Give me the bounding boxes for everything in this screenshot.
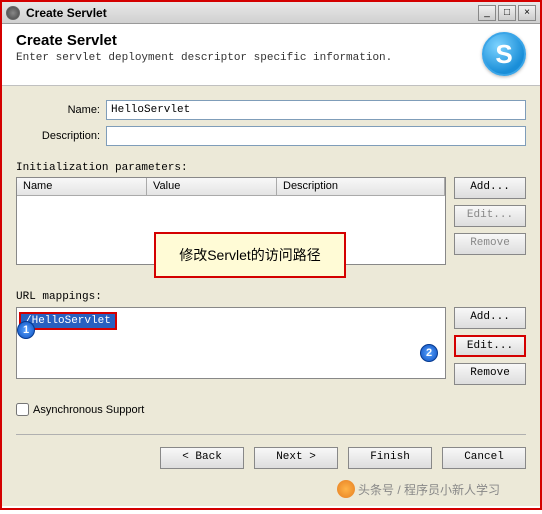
init-params-edit-button[interactable]: Edit... bbox=[454, 205, 526, 227]
watermark: 头条号 / 程序员小新人学习 bbox=[337, 480, 500, 498]
annotation-marker-2: 2 bbox=[420, 344, 438, 362]
init-params-add-button[interactable]: Add... bbox=[454, 177, 526, 199]
url-mappings-label: URL mappings: bbox=[16, 291, 526, 303]
annotation-callout: 修改Servlet的访问路径 bbox=[154, 232, 346, 278]
back-button[interactable]: < Back bbox=[160, 447, 244, 469]
titlebar: Create Servlet _ □ × bbox=[2, 2, 540, 24]
avatar-icon bbox=[337, 480, 355, 498]
cancel-button[interactable]: Cancel bbox=[442, 447, 526, 469]
watermark-text: 头条号 / 程序员小新人学习 bbox=[358, 481, 500, 498]
async-support-label: Asynchronous Support bbox=[33, 404, 144, 416]
description-field[interactable] bbox=[106, 126, 526, 146]
name-label: Name: bbox=[16, 104, 106, 116]
wizard-header: Create Servlet Enter servlet deployment … bbox=[2, 24, 540, 86]
async-support-checkbox[interactable] bbox=[16, 403, 29, 416]
column-description: Description bbox=[277, 178, 445, 195]
window-title: Create Servlet bbox=[26, 6, 478, 20]
init-params-label: Initialization parameters: bbox=[16, 162, 526, 174]
page-subtitle: Enter servlet deployment descriptor spec… bbox=[16, 52, 526, 64]
maximize-button[interactable]: □ bbox=[498, 5, 516, 21]
wizard-body: Name: Description: Initialization parame… bbox=[2, 86, 540, 506]
annotation-marker-1: 1 bbox=[17, 321, 35, 339]
url-mappings-remove-button[interactable]: Remove bbox=[454, 363, 526, 385]
servlet-icon: S bbox=[482, 32, 526, 76]
finish-button[interactable]: Finish bbox=[348, 447, 432, 469]
url-mappings-edit-button[interactable]: Edit... bbox=[454, 335, 526, 357]
url-mappings-add-button[interactable]: Add... bbox=[454, 307, 526, 329]
name-field[interactable] bbox=[106, 100, 526, 120]
next-button[interactable]: Next > bbox=[254, 447, 338, 469]
column-name: Name bbox=[17, 178, 147, 195]
url-mappings-list[interactable]: /HelloServlet bbox=[16, 307, 446, 379]
description-label: Description: bbox=[16, 130, 106, 142]
init-params-remove-button[interactable]: Remove bbox=[454, 233, 526, 255]
app-icon bbox=[6, 6, 20, 20]
minimize-button[interactable]: _ bbox=[478, 5, 496, 21]
close-button[interactable]: × bbox=[518, 5, 536, 21]
page-title: Create Servlet bbox=[16, 32, 526, 49]
column-value: Value bbox=[147, 178, 277, 195]
